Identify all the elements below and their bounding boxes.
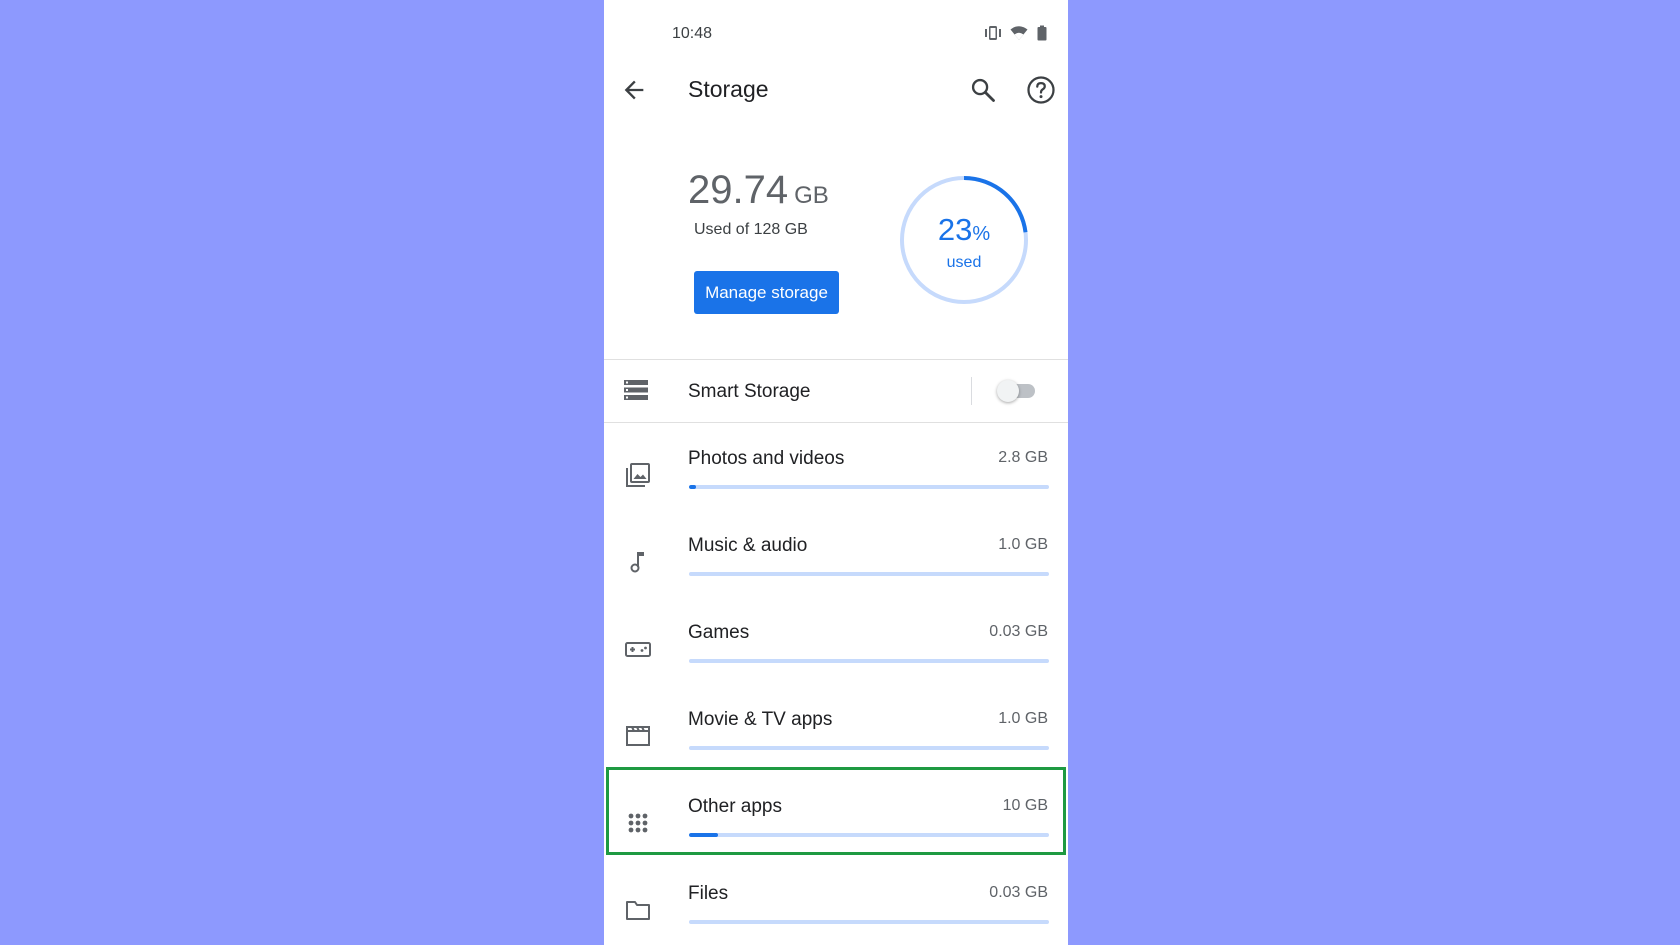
apps-grid-icon [628,813,648,833]
category-size: 2.8 GB [998,449,1048,466]
category-files[interactable]: Files 0.03 GB [604,868,1068,945]
status-icons [984,25,1048,41]
category-games[interactable]: Games 0.03 GB [604,607,1068,693]
used-of-total: Used of 128 GB [694,221,808,238]
category-photos-and-videos[interactable]: Photos and videos 2.8 GB [604,433,1068,519]
arrow-back-icon[interactable] [620,76,648,104]
category-label: Music & audio [688,535,808,556]
category-label: Photos and videos [688,448,845,469]
category-usage-bar [689,572,1049,576]
smart-storage-separator [971,377,972,405]
smart-storage-icon [624,380,648,400]
usage-percent: 23% [896,212,1032,248]
category-label: Games [688,622,750,643]
status-time: 10:48 [672,25,713,42]
battery-icon [1037,25,1047,41]
status-bar: 10:48 [604,0,1068,60]
category-label: Files [688,883,729,904]
category-label: Other apps [688,796,782,817]
category-size: 10 GB [1002,797,1048,814]
usage-percent-label: used [946,254,982,271]
page-title: Storage [688,76,769,102]
gamepad-icon [625,642,651,657]
smart-storage-label: Smart Storage [688,381,811,402]
category-size: 1.0 GB [998,536,1048,553]
smart-storage-toggle[interactable] [997,379,1037,403]
category-usage-fill [689,485,697,489]
category-usage-fill [689,833,718,837]
category-usage-bar [689,659,1049,663]
vibrate-icon [985,26,1001,40]
photos-icon [626,463,650,487]
smart-storage-row[interactable]: Smart Storage [604,360,1068,422]
category-label: Movie & TV apps [688,709,833,730]
folder-icon [626,901,650,920]
used-value: 29.74 [688,168,789,212]
category-size: 0.03 GB [989,884,1048,901]
phone-screen: 10:48 Storage 29.74 GB Used of 128 GB Ma… [604,0,1068,945]
movie-icon [626,726,650,746]
help-icon[interactable] [1026,75,1056,105]
used-unit: GB [794,182,829,209]
app-bar: Storage [604,62,1068,118]
category-other-apps[interactable]: Other apps 10 GB [604,781,1068,867]
manage-storage-button[interactable]: Manage storage [694,271,839,314]
usage-percent-symbol: % [972,223,991,245]
divider [604,422,1068,423]
category-usage-bar [689,746,1049,750]
category-usage-bar [689,485,1049,489]
used-amount: 29.74 GB [688,168,829,213]
wifi-icon [1010,26,1028,40]
category-music-and-audio[interactable]: Music & audio 1.0 GB [604,520,1068,606]
storage-summary: 29.74 GB Used of 128 GB Manage storage 23… [604,120,1068,360]
category-movie-and-tv-apps[interactable]: Movie & TV apps 1.0 GB [604,694,1068,780]
search-icon[interactable] [969,76,997,104]
category-usage-bar [689,833,1049,837]
toggle-thumb [997,380,1019,402]
category-size: 1.0 GB [998,710,1048,727]
category-size: 0.03 GB [989,623,1048,640]
category-usage-bar [689,920,1049,924]
music-note-icon [630,552,644,573]
usage-percent-value: 23 [937,212,973,247]
